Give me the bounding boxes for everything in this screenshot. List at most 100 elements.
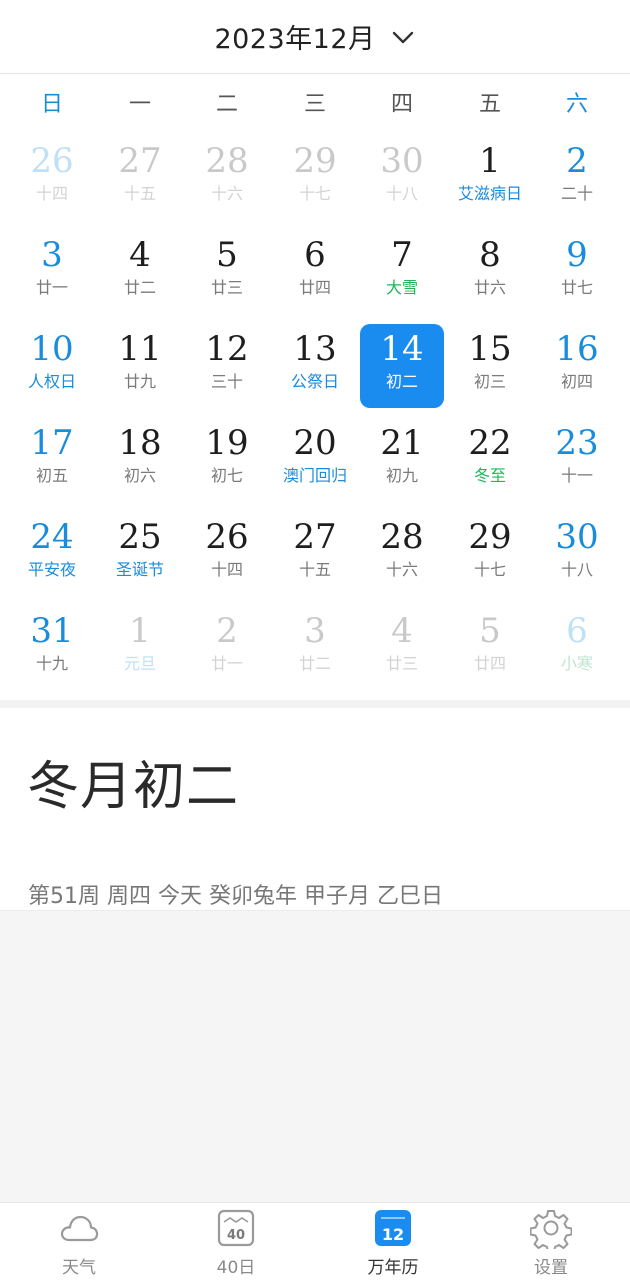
day-cell[interactable]: 25 圣诞节 — [98, 512, 182, 596]
lunar-day-label: 廿四 — [473, 654, 506, 673]
day-cell[interactable]: 28 十六 — [185, 136, 269, 220]
day-number: 3 — [304, 611, 326, 651]
tab-label: 万年历 — [367, 1258, 419, 1278]
solar-term-label: 冬至 — [473, 466, 506, 485]
day-cell[interactable]: 26 十四 — [185, 512, 269, 596]
day-number: 1 — [129, 611, 151, 651]
day-cell[interactable]: 13 公祭日 — [273, 324, 357, 408]
day-cell-selected[interactable]: 14 初二 — [360, 324, 444, 408]
lunar-day-label: 廿九 — [123, 372, 156, 391]
day-cell[interactable]: 2 二十 — [535, 136, 619, 220]
day-cell[interactable]: 1 元旦 — [98, 606, 182, 690]
lunar-day-label: 初六 — [123, 466, 156, 485]
lunar-day-label: 初二 — [385, 372, 418, 391]
day-number: 23 — [555, 423, 599, 463]
day-number: 4 — [129, 235, 151, 275]
lunar-day-label: 十四 — [210, 560, 243, 579]
day-cell[interactable]: 10 人权日 — [10, 324, 94, 408]
day-cell[interactable]: 8 廿六 — [448, 230, 532, 314]
day-number: 21 — [380, 423, 424, 463]
day-cell[interactable]: 31 十九 — [10, 606, 94, 690]
lunar-day-label: 十七 — [473, 560, 506, 579]
day-cell[interactable]: 1 艾滋病日 — [448, 136, 532, 220]
weekday-label: 四 — [390, 92, 413, 117]
day-number: 28 — [205, 141, 249, 181]
day-cell[interactable]: 5 廿三 — [185, 230, 269, 314]
day-number: 2 — [216, 611, 238, 651]
lunar-day-label: 廿一 — [35, 278, 68, 297]
weekday-label: 五 — [478, 92, 501, 117]
tab-perpetual-calendar[interactable]: 12 万年历 — [333, 1207, 453, 1278]
lunar-day-label: 廿四 — [298, 278, 331, 297]
tab-settings[interactable]: 设置 — [491, 1207, 611, 1278]
calendar-12-icon: 12 — [375, 1210, 411, 1246]
lunar-day-label: 初四 — [560, 372, 593, 391]
lunar-day-label: 十四 — [35, 184, 68, 203]
lunar-day-label: 十八 — [385, 184, 418, 203]
day-cell[interactable]: 26 十四 — [10, 136, 94, 220]
day-cell[interactable]: 23 十一 — [535, 418, 619, 502]
day-number: 13 — [293, 329, 337, 369]
lunar-day-label: 廿二 — [123, 278, 156, 297]
day-cell[interactable]: 27 十五 — [273, 512, 357, 596]
day-cell[interactable]: 18 初六 — [98, 418, 182, 502]
day-cell[interactable]: 15 初三 — [448, 324, 532, 408]
day-cell[interactable]: 28 十六 — [360, 512, 444, 596]
day-cell[interactable]: 5 廿四 — [448, 606, 532, 690]
month-selector[interactable]: 2023年12月 — [214, 17, 375, 56]
day-cell[interactable]: 22 冬至 — [448, 418, 532, 502]
day-number: 5 — [216, 235, 238, 275]
lunar-day-label: 初七 — [210, 466, 243, 485]
day-number: 29 — [468, 517, 512, 557]
day-number: 27 — [293, 517, 337, 557]
holiday-label: 平安夜 — [27, 560, 76, 579]
chevron-down-icon[interactable] — [390, 24, 416, 50]
day-cell[interactable]: 3 廿一 — [10, 230, 94, 314]
day-cell[interactable]: 29 十七 — [273, 136, 357, 220]
day-number: 20 — [293, 423, 337, 463]
lunar-day-label: 十一 — [560, 466, 593, 485]
day-cell[interactable]: 4 廿三 — [360, 606, 444, 690]
month-header: 2023年12月 — [0, 0, 630, 74]
day-cell[interactable]: 6 廿四 — [273, 230, 357, 314]
day-cell[interactable]: 21 初九 — [360, 418, 444, 502]
day-number: 5 — [479, 611, 501, 651]
day-cell[interactable]: 3 廿二 — [273, 606, 357, 690]
day-cell[interactable]: 11 廿九 — [98, 324, 182, 408]
lunar-day-label: 二十 — [560, 184, 593, 203]
lunar-day-label: 十五 — [123, 184, 156, 203]
day-number: 26 — [205, 517, 249, 557]
day-cell[interactable]: 16 初四 — [535, 324, 619, 408]
tab-40-days[interactable]: 40 40日 — [176, 1207, 296, 1278]
lunar-day-label: 初三 — [473, 372, 506, 391]
day-cell[interactable]: 19 初七 — [185, 418, 269, 502]
day-cell[interactable]: 9 廿七 — [535, 230, 619, 314]
day-cell[interactable]: 6 小寒 — [535, 606, 619, 690]
holiday-label: 澳门回归 — [282, 466, 347, 485]
day-number: 7 — [391, 235, 413, 275]
day-number: 4 — [391, 611, 413, 651]
day-number: 30 — [380, 141, 424, 181]
day-cell[interactable]: 7 大雪 — [360, 230, 444, 314]
day-cell[interactable]: 30 十八 — [360, 136, 444, 220]
day-cell[interactable]: 4 廿二 — [98, 230, 182, 314]
day-cell[interactable]: 2 廿一 — [185, 606, 269, 690]
day-cell[interactable]: 29 十七 — [448, 512, 532, 596]
calendar-grid: 日一二三四五六 26 十四 27 十五 28 十六 29 十七 30 十八 1 艾滋病日 2 二十 3 廿一 4… — [0, 74, 630, 700]
tab-weather[interactable]: 天气 — [19, 1207, 139, 1278]
holiday-label: 元旦 — [123, 654, 156, 673]
day-cell[interactable]: 20 澳门回归 — [273, 418, 357, 502]
day-cell[interactable]: 12 三十 — [185, 324, 269, 408]
lunar-day-label: 廿三 — [210, 278, 243, 297]
day-cell[interactable]: 24 平安夜 — [10, 512, 94, 596]
day-cell[interactable]: 27 十五 — [98, 136, 182, 220]
lunar-day-label: 廿三 — [385, 654, 418, 673]
day-number: 6 — [566, 611, 588, 651]
svg-text:12: 12 — [382, 1225, 404, 1244]
day-number: 31 — [30, 611, 74, 651]
day-number: 3 — [41, 235, 63, 275]
holiday-label: 公祭日 — [290, 372, 339, 391]
tab-label: 天气 — [62, 1258, 96, 1278]
day-cell[interactable]: 17 初五 — [10, 418, 94, 502]
day-cell[interactable]: 30 十八 — [535, 512, 619, 596]
